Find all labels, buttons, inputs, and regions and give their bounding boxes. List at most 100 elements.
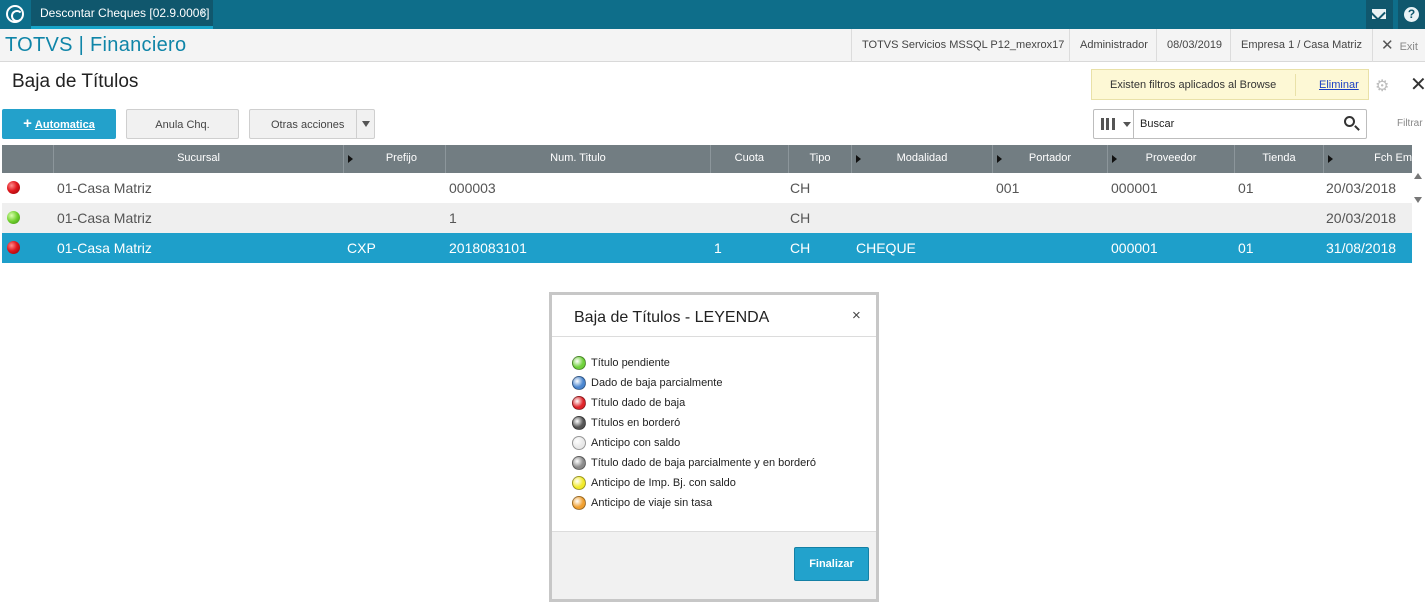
- status-dot-icon: [572, 496, 586, 510]
- status-dot-icon: [572, 436, 586, 450]
- status-dot-icon: [572, 456, 586, 470]
- company-info: Empresa 1 / Casa Matriz: [1230, 29, 1372, 62]
- column-header-proveedor[interactable]: Proveedor: [1108, 145, 1235, 173]
- page-title: Baja de Títulos: [12, 71, 139, 92]
- cell-fecha: 20/03/2018: [1326, 210, 1397, 226]
- filter-notice-text: Existen filtros aplicados al Browse: [1110, 79, 1277, 91]
- otras-acciones-button[interactable]: Otras acciones: [249, 109, 375, 139]
- anula-chq-button[interactable]: Anula Chq.: [126, 109, 239, 139]
- remove-filter-link[interactable]: Eliminar: [1319, 79, 1359, 91]
- cell-portador: 001: [996, 180, 1020, 196]
- status-red-icon[interactable]: [7, 241, 20, 254]
- legend-item: Título pendiente: [572, 355, 816, 375]
- scroll-down-icon[interactable]: [1414, 197, 1422, 203]
- status-dot-icon: [572, 476, 586, 490]
- table-row[interactable]: 01-Casa Matriz 1 CH 20/03/2018: [2, 203, 1412, 233]
- brand-title: TOTVS | Financiero: [5, 34, 187, 56]
- legend-dialog-footer: Finalizar: [552, 531, 876, 599]
- cell-tipo: CH: [790, 240, 811, 256]
- sort-arrow-icon: [348, 155, 353, 163]
- totvs-logo-icon[interactable]: [6, 5, 24, 23]
- legend-item: Anticipo de viaje sin tasa: [572, 495, 816, 515]
- close-icon[interactable]: ×: [852, 307, 861, 324]
- status-dot-icon: [572, 396, 586, 410]
- plus-icon: +: [23, 115, 32, 132]
- column-header-tipo[interactable]: Tipo: [789, 145, 852, 173]
- filter-notice-divider: [1295, 74, 1296, 96]
- cell-sucursal: 01-Casa Matriz: [57, 210, 152, 226]
- legend-item: Títulos en borderó: [572, 415, 816, 435]
- otras-acciones-label: Otras acciones: [271, 119, 345, 131]
- columns-icon: [1101, 118, 1115, 130]
- cell-cuota: 1: [714, 240, 722, 256]
- cell-fecha: 31/08/2018: [1326, 240, 1397, 256]
- table-row[interactable]: 01-Casa Matriz 000003 CH 001 000001 01 2…: [2, 173, 1412, 203]
- legend-dialog: Baja de Títulos - LEYENDA × Título pendi…: [549, 292, 879, 602]
- column-header-cuota[interactable]: Cuota: [711, 145, 789, 173]
- envelope-icon: [1372, 9, 1386, 19]
- status-dot-icon: [572, 416, 586, 430]
- finalizar-button[interactable]: Finalizar: [794, 547, 869, 581]
- help-button[interactable]: ?: [1398, 0, 1425, 29]
- status-dot-icon: [572, 356, 586, 370]
- cell-num-titulo: 2018083101: [449, 240, 527, 256]
- legend-item: Título dado de baja parcialmente y en bo…: [572, 455, 816, 475]
- cell-sucursal: 01-Casa Matriz: [57, 240, 152, 256]
- column-header-num-titulo[interactable]: Num. Titulo: [446, 145, 711, 173]
- scroll-up-icon[interactable]: [1414, 173, 1422, 179]
- chevron-down-icon[interactable]: [356, 110, 374, 138]
- sort-arrow-icon: [856, 155, 861, 163]
- status-dot-icon: [572, 376, 586, 390]
- exit-label: Exit: [1399, 41, 1418, 53]
- server-info: TOTVS Servicios MSSQL P12_mexrox17: [851, 29, 1074, 62]
- status-green-icon[interactable]: [7, 211, 20, 224]
- cell-tipo: CH: [790, 180, 811, 196]
- column-header-sucursal[interactable]: Sucursal: [54, 145, 344, 173]
- table-row-selected[interactable]: 01-Casa Matriz CXP 2018083101 1 CH CHEQU…: [2, 233, 1412, 263]
- cell-sucursal: 01-Casa Matriz: [57, 180, 152, 196]
- column-selector-button[interactable]: [1094, 110, 1134, 138]
- column-header-tienda[interactable]: Tienda: [1235, 145, 1324, 173]
- tab-close-icon[interactable]: ×: [201, 0, 207, 26]
- grid-scrollbar[interactable]: [1412, 173, 1425, 203]
- legend-item: Título dado de baja: [572, 395, 816, 415]
- cell-modalidad: CHEQUE: [856, 240, 916, 256]
- mail-button[interactable]: [1366, 0, 1393, 29]
- top-bar: Descontar Cheques [02.9.0006] × ?: [0, 0, 1425, 29]
- filter-link[interactable]: Filtrar: [1397, 118, 1423, 129]
- exit-button[interactable]: ✕ Exit: [1372, 29, 1425, 62]
- column-header-prefijo[interactable]: Prefijo: [344, 145, 446, 173]
- app-header: TOTVS | Financiero TOTVS Servicios MSSQL…: [0, 29, 1425, 62]
- automatica-label: Automatica: [34, 119, 95, 131]
- date-info: 08/03/2019: [1156, 29, 1232, 62]
- cell-tipo: CH: [790, 210, 811, 226]
- exit-icon: ✕: [1381, 37, 1394, 54]
- cell-proveedor: 000001: [1111, 180, 1158, 196]
- status-red-icon[interactable]: [7, 181, 20, 194]
- filter-notice: Existen filtros aplicados al Browse Elim…: [1091, 69, 1369, 100]
- legend-list: Título pendiente Dado de baja parcialmen…: [572, 355, 816, 515]
- close-icon[interactable]: ✕: [1410, 72, 1425, 97]
- cell-num-titulo: 1: [449, 210, 457, 226]
- column-header-modalidad[interactable]: Modalidad: [852, 145, 993, 173]
- column-header-portador[interactable]: Portador: [993, 145, 1108, 173]
- automatica-button[interactable]: + Automatica: [2, 109, 116, 139]
- chevron-down-icon: [1123, 122, 1131, 127]
- gear-icon[interactable]: ⚙: [1375, 76, 1389, 96]
- grid-header: Sucursal Prefijo Num. Titulo Cuota Tipo …: [2, 145, 1412, 173]
- cell-fecha: 20/03/2018: [1326, 180, 1397, 196]
- column-header-fch-emision[interactable]: Fch Em: [1324, 145, 1412, 173]
- tab-label: Descontar Cheques [02.9.0006]: [40, 6, 210, 20]
- search-box: [1093, 109, 1367, 139]
- legend-item: Anticipo con saldo: [572, 435, 816, 455]
- search-icon[interactable]: [1344, 116, 1355, 127]
- legend-dialog-header: Baja de Títulos - LEYENDA ×: [552, 295, 876, 337]
- column-header-status[interactable]: [2, 145, 54, 173]
- search-input[interactable]: [1140, 115, 1330, 133]
- cell-tienda: 01: [1238, 180, 1254, 196]
- cell-prefijo: CXP: [347, 240, 376, 256]
- legend-dialog-title: Baja de Títulos - LEYENDA: [574, 309, 770, 326]
- sort-arrow-icon: [1328, 155, 1333, 163]
- user-info: Administrador: [1069, 29, 1158, 62]
- tab-descontar-cheques[interactable]: Descontar Cheques [02.9.0006] ×: [31, 0, 213, 29]
